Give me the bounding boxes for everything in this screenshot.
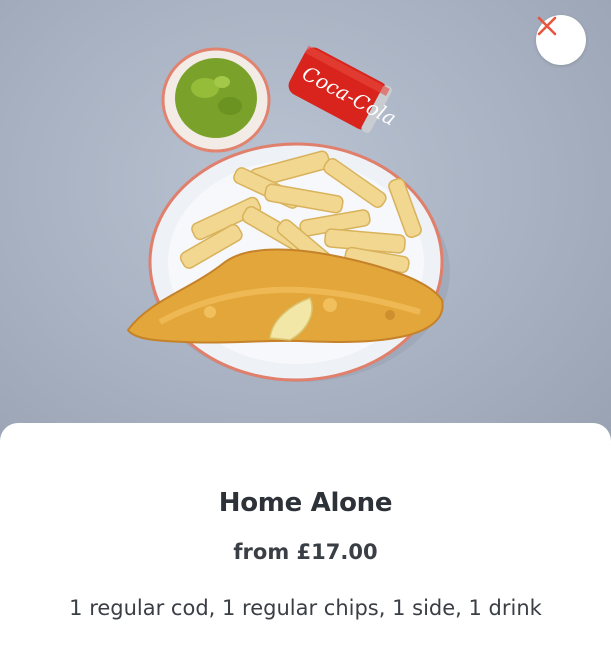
close-icon [537, 16, 557, 36]
peas-bowl [161, 47, 271, 153]
product-photo: Coca-Cola [0, 0, 611, 460]
product-description: 1 regular cod, 1 regular chips, 1 side, … [69, 596, 542, 620]
drink-can: Coca-Cola [288, 45, 400, 134]
product-price: from £17.00 [233, 540, 378, 564]
close-button[interactable] [536, 15, 586, 65]
product-title: Home Alone [218, 488, 393, 518]
product-details-sheet [0, 423, 611, 655]
